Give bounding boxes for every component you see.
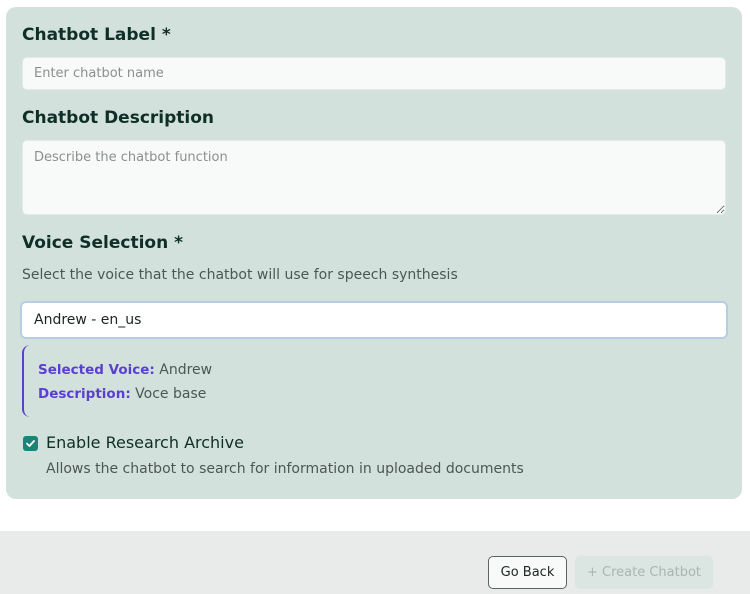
voice-selection-hint: Select the voice that the chatbot will u…: [22, 267, 458, 283]
form-footer: Go Back + Create Chatbot: [0, 531, 750, 594]
chatbot-name-input[interactable]: [22, 57, 726, 90]
check-icon: [26, 440, 35, 447]
go-back-button[interactable]: Go Back: [488, 556, 567, 589]
chatbot-label-title: Chatbot Label *: [22, 25, 171, 45]
selected-voice-key: Selected Voice:: [38, 362, 155, 378]
voice-select[interactable]: Andrew - en_us: [20, 301, 728, 339]
voice-description-value: Voce base: [135, 386, 207, 402]
research-archive-help: Allows the chatbot to search for informa…: [46, 461, 524, 477]
research-archive-label[interactable]: Enable Research Archive: [46, 433, 244, 452]
selected-voice-row: Selected Voice: Andrew: [38, 358, 322, 382]
voice-selection-title: Voice Selection *: [22, 233, 184, 253]
research-archive-checkbox[interactable]: [23, 436, 38, 451]
chatbot-description-input[interactable]: [22, 140, 726, 215]
voice-description-row: Description: Voce base: [38, 382, 322, 406]
chatbot-form-card: Chatbot Label * Chatbot Description Voic…: [6, 7, 742, 499]
voice-description-key: Description:: [38, 386, 131, 402]
chatbot-description-title: Chatbot Description: [22, 108, 215, 128]
voice-info-panel: Selected Voice: Andrew Description: Voce…: [22, 345, 322, 417]
create-chatbot-button[interactable]: + Create Chatbot: [575, 556, 713, 589]
selected-voice-value: Andrew: [159, 362, 213, 378]
